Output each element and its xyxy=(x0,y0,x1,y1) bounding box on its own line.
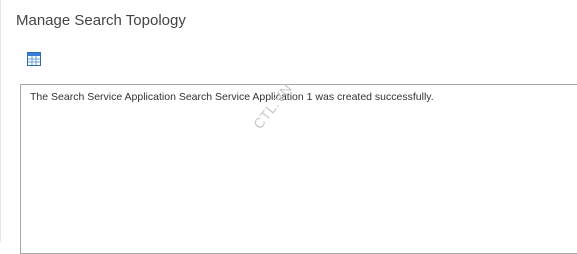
status-message-box: The Search Service Application Search Se… xyxy=(20,84,577,254)
page-left-border xyxy=(0,0,1,242)
status-message-text: The Search Service Application Search Se… xyxy=(30,91,434,103)
page-title: Manage Search Topology xyxy=(16,12,186,29)
grid-table-icon[interactable] xyxy=(27,52,41,66)
